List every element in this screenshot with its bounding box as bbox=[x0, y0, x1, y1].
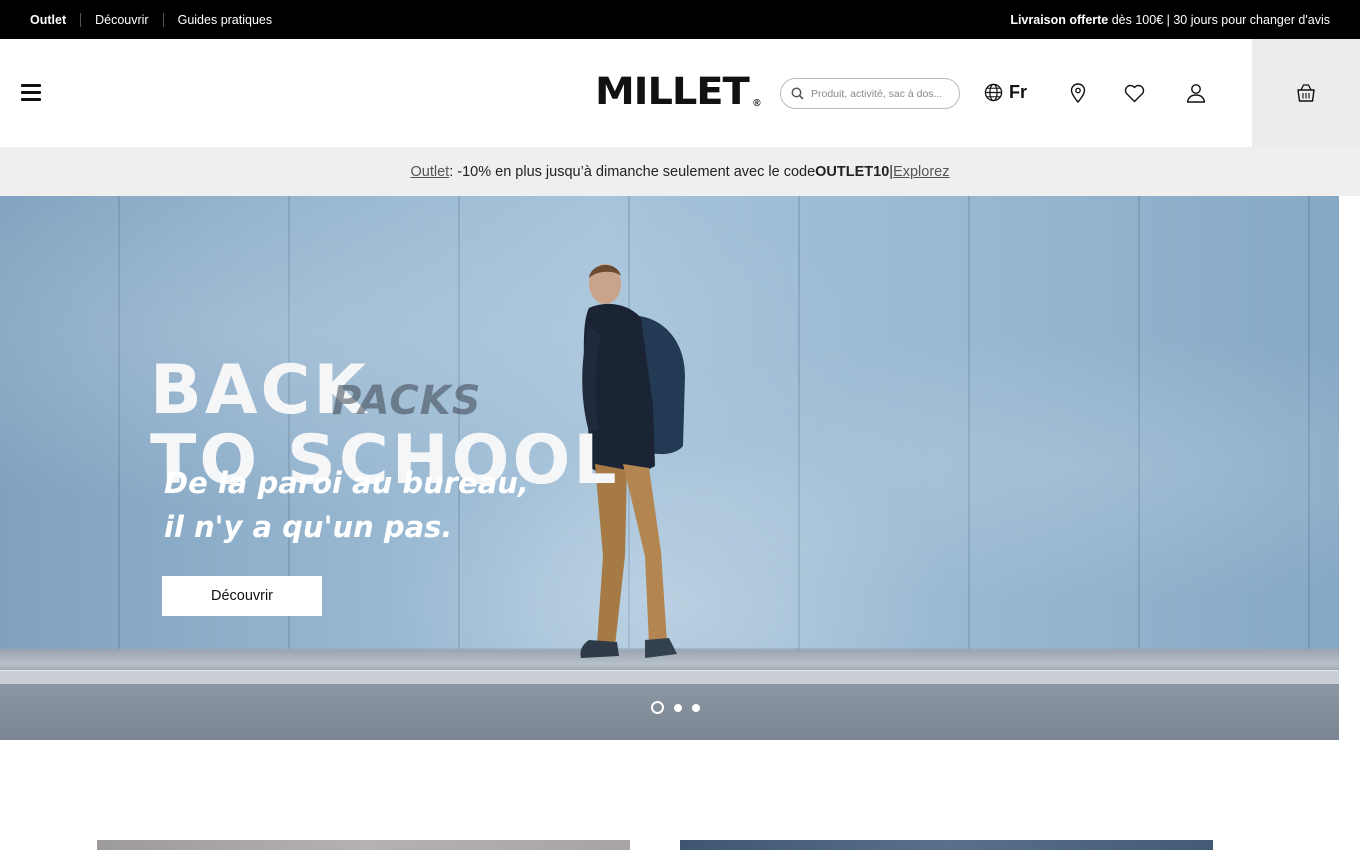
search-input[interactable] bbox=[811, 87, 951, 100]
cart-icon bbox=[1297, 84, 1315, 102]
search-icon bbox=[791, 87, 804, 100]
top-bar: Outlet Découvrir Guides pratiques Livrai… bbox=[0, 0, 1360, 39]
wishlist-icon[interactable] bbox=[1124, 84, 1145, 103]
hero-title-tag: PACKS bbox=[332, 378, 482, 424]
promo-code: OUTLET10 bbox=[815, 163, 890, 180]
cart-button[interactable] bbox=[1252, 39, 1360, 147]
promo-explore-link[interactable]: Explorez bbox=[893, 164, 949, 180]
top-nav-guides[interactable]: Guides pratiques bbox=[162, 12, 287, 27]
slider-dot-3[interactable] bbox=[692, 703, 700, 712]
globe-icon bbox=[984, 83, 1003, 102]
account-icon[interactable] bbox=[1186, 83, 1206, 103]
hero-subtitle-line2: il n'y a qu'un pas. bbox=[164, 510, 453, 544]
language-label: Fr bbox=[1009, 82, 1027, 102]
menu-icon[interactable] bbox=[21, 84, 41, 101]
store-locator-icon[interactable] bbox=[1069, 83, 1087, 103]
category-card-2[interactable] bbox=[680, 840, 1213, 850]
hero-subtitle: De la paroi au bureau, il n'y a qu'un pa… bbox=[164, 461, 529, 549]
category-card-1[interactable] bbox=[97, 840, 630, 850]
promo-text: : -10% en plus jusqu’à dimanche seulemen… bbox=[449, 163, 816, 180]
slider-dot-2[interactable] bbox=[674, 703, 682, 712]
promo-outlet-link[interactable]: Outlet bbox=[411, 164, 450, 180]
hero-slider: BACK PACKS TO SCHOOL De la paroi au bure… bbox=[0, 196, 1339, 740]
shipping-rest: dès 100€ | 30 jours pour changer d'avis bbox=[1108, 12, 1330, 27]
shipping-bold: Livraison offerte bbox=[1010, 12, 1109, 27]
hero-cta-button[interactable]: Découvrir bbox=[162, 576, 322, 616]
logo-word: MILLET bbox=[595, 70, 750, 113]
brand-logo[interactable]: MILLET ® bbox=[595, 70, 761, 113]
slider-dot-1[interactable] bbox=[651, 701, 664, 714]
top-nav-outlet[interactable]: Outlet bbox=[30, 13, 80, 27]
shipping-message: Livraison offerte dès 100€ | 30 jours po… bbox=[1010, 13, 1330, 27]
top-nav: Outlet Découvrir Guides pratiques bbox=[30, 12, 287, 27]
top-nav-decouvrir[interactable]: Découvrir bbox=[80, 12, 163, 27]
promo-banner: Outlet : -10% en plus jusqu’à dimanche s… bbox=[0, 147, 1360, 196]
search-box[interactable] bbox=[780, 78, 960, 109]
hero-subtitle-line1: De la paroi au bureau, bbox=[164, 466, 529, 500]
main-header: MILLET ® Fr bbox=[0, 39, 1360, 147]
logo-registered: ® bbox=[753, 98, 761, 109]
language-selector[interactable]: Fr bbox=[984, 82, 1027, 103]
slider-dots bbox=[651, 701, 700, 714]
